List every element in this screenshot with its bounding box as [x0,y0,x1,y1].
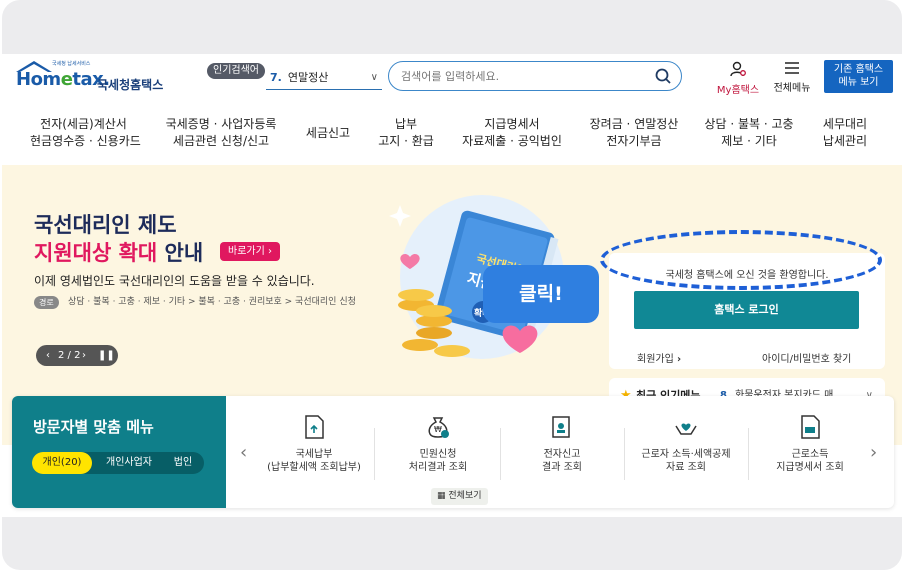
visitor-item-civil-request[interactable]: ₩ 민원신청 처리결과 조회 [376,414,500,474]
search-box [388,61,682,91]
login-button[interactable]: 홈택스 로그인 [634,291,859,329]
visitor-type-tabs: 개인(20) 개인사업자 법인 [32,452,204,474]
user-gear-icon [730,61,746,77]
legacy-menu-line2: 메뉴 보기 [838,77,879,88]
popular-rank: 7. [270,71,282,84]
legacy-menu-button[interactable]: 기존 홈택스 메뉴 보기 [824,60,893,93]
nav-item-certificates[interactable]: 국세증명 · 사업자등록 세금관련 신청/신고 [164,116,278,150]
main-navigation: 전자(세금)계산서 현금영수증 · 신용카드 국세증명 · 사업자등록 세금관련 신… [2,116,902,156]
next-slide-icon[interactable]: › [82,345,86,366]
nav-item-incentives[interactable]: 장려금 · 연말정산 전자기부금 [586,116,682,150]
hero-title-line2: 지원대상 확대 안내 [34,241,204,265]
grid-icon: ▦ [437,491,446,501]
chevron-down-icon: ∨ [370,72,378,83]
hero-goto-button[interactable]: 바로가기 › [220,242,280,261]
hero-pager: ‹ 2 / 2 › ❚❚ [36,345,118,366]
tab-individual[interactable]: 개인(20) [32,452,92,474]
hero-description: 이제 영세법인도 국선대리인의 도움을 받을 수 있습니다. [34,274,315,288]
join-link[interactable]: 회원가입 › [637,350,681,365]
visitor-item-tax-payment[interactable]: 국세납부 (납부할세액 조회납부) [252,414,376,474]
all-menu-button[interactable]: 전체메뉴 [770,60,814,94]
nav-item-payment-statement[interactable]: 지급명세서 자료제출 · 공익법인 [460,116,564,150]
chevron-right-icon: › [268,246,272,257]
click-callout: 클릭! [483,265,599,323]
tab-sole-proprietor[interactable]: 개인사업자 [96,452,162,474]
all-view-button[interactable]: ▦ 전체보기 [431,488,488,505]
logo-korean-name: 국세청홈택스 [97,78,164,92]
popular-term: 연말정산 [287,71,329,84]
find-account-link[interactable]: 아이디/비밀번호 찾기 [762,350,851,365]
search-icon[interactable] [655,68,671,84]
logo-wordmark: Hometax. [16,69,110,90]
hero-title-line1: 국선대리인 제도 [34,213,177,237]
page: 국세청 납세서비스 Hometax. 국세청홈택스 인기검색어 7. 연말정산 ∨… [2,54,902,517]
svg-text:₩: ₩ [434,425,442,434]
pause-icon[interactable]: ❚❚ [98,345,115,366]
pager-count: 2 / 2 [58,350,81,361]
hamburger-icon [785,62,799,74]
nav-item-consulting[interactable]: 상담 · 불복 · 고충 제보 · 기타 [702,116,796,150]
chevron-right-icon: › [677,354,682,365]
stamp-document-icon [552,416,570,438]
login-highlight-annotation [600,230,882,290]
hero-path: 상담 · 불복 · 고충 · 제보 · 기타 > 불복 · 고충 · 권리보호 … [68,297,356,307]
visitor-menu-title: 방문자별 맞춤 메뉴 [33,418,154,436]
popular-search-badge: 인기검색어 [207,63,265,79]
search-input[interactable] [401,67,641,85]
divider [374,428,375,480]
visitor-item-earned-income[interactable]: 근로소득 지급명세서 조회 [748,414,872,474]
browser-frame: 국세청 납세서비스 Hometax. 국세청홈택스 인기검색어 7. 연말정산 ∨… [2,0,902,570]
hero-path-badge: 경로 [34,296,59,309]
hometax-logo[interactable]: 국세청 납세서비스 Hometax. 국세청홈택스 [14,60,164,94]
document-upload-icon [305,415,324,439]
my-hometax-label: My홈택스 [716,85,760,96]
popular-search-select[interactable]: 7. 연말정산 ∨ [266,66,382,90]
visitor-item-e-filing[interactable]: 전자신고 결과 조회 [500,414,624,474]
nav-item-tax-filing[interactable]: 세금신고 [300,125,356,142]
visitor-item-deduction[interactable]: 근로자 소득·세액공제 자료 조회 [624,414,748,474]
nav-item-e-invoice[interactable]: 전자(세금)계산서 현금영수증 · 신용카드 [30,116,141,150]
hands-heart-icon [675,423,697,435]
visitor-menu-header: 방문자별 맞춤 메뉴 개인(20) 개인사업자 법인 [12,396,226,508]
chevron-right-icon[interactable]: › [870,442,877,463]
tab-corporation[interactable]: 법인 [164,452,202,474]
statement-icon [801,415,820,439]
chevron-left-icon[interactable]: ‹ [240,442,247,463]
nav-item-tax-agent[interactable]: 세무대리 납세관리 [816,116,874,150]
visitor-menu-panel: 방문자별 맞춤 메뉴 개인(20) 개인사업자 법인 ‹ 국세납부 (납부할세액… [12,396,894,508]
my-hometax-button[interactable]: My홈택스 [713,60,763,96]
prev-slide-icon[interactable]: ‹ [46,345,50,366]
legacy-menu-line1: 기존 홈택스 [833,64,884,75]
nav-item-payment[interactable]: 납부 고지 · 환급 [374,116,438,150]
money-bag-icon: ₩ [428,417,449,438]
logo-subtitle: 국세청 납세서비스 [52,61,91,67]
all-menu-label: 전체메뉴 [773,83,811,94]
